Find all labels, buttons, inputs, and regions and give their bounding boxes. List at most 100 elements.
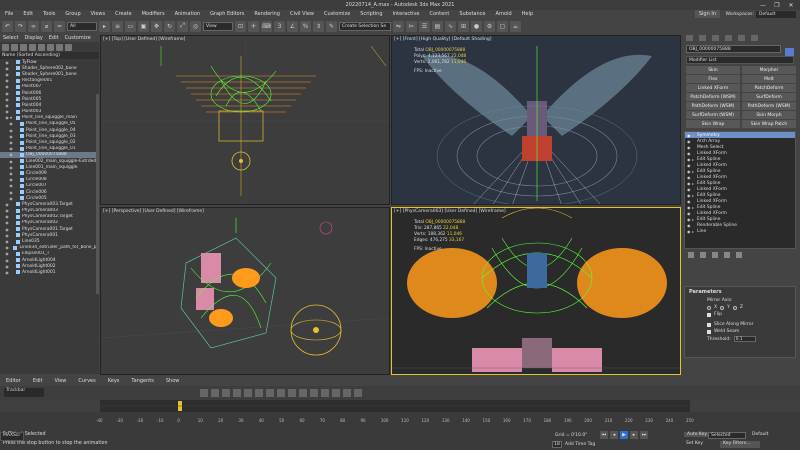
reduce-keys-icon[interactable] xyxy=(277,389,285,397)
menu-views[interactable]: Views xyxy=(86,11,110,17)
modifier-set-button[interactable]: SurfDeform (WSM) xyxy=(686,111,740,119)
menu-animation[interactable]: Animation xyxy=(170,11,206,17)
visibility-eye-icon[interactable]: ◉ xyxy=(8,196,14,201)
reference-coordinate-dropdown[interactable]: View xyxy=(203,21,233,31)
visibility-eye-icon[interactable]: ◉ xyxy=(4,233,10,238)
visibility-eye-icon[interactable]: ◉ xyxy=(4,97,10,102)
slide-keys-icon[interactable] xyxy=(222,389,230,397)
snaps-toggle-icon[interactable]: 3 xyxy=(274,20,285,32)
spline-tangent-icon[interactable] xyxy=(299,389,307,397)
rectangular-selection-icon[interactable]: ▭ xyxy=(125,20,136,32)
link-icon[interactable]: ∞ xyxy=(28,20,39,32)
step-tangent-icon[interactable] xyxy=(332,389,340,397)
menu-group[interactable]: Group xyxy=(60,11,85,17)
visibility-eye-icon[interactable]: ◉ xyxy=(4,220,10,225)
visibility-eye-icon[interactable]: ◉ xyxy=(4,239,10,244)
scene-explorer-column-header[interactable]: Name (Sorted Ascending) xyxy=(0,52,99,59)
modifier-set-button[interactable]: Melt xyxy=(742,75,796,83)
unlink-icon[interactable]: ⌀ xyxy=(41,20,52,32)
modifier-set-button[interactable]: Skin Morph xyxy=(742,111,796,119)
scene-tab-select[interactable]: Select xyxy=(0,35,21,41)
viewport-camera-label[interactable]: [+] [PhysCamera003] [User Defined] [Wire… xyxy=(394,209,506,214)
scale-values-icon[interactable] xyxy=(244,389,252,397)
visibility-eye-icon[interactable]: ◉ xyxy=(4,84,10,89)
modifier-set-button[interactable]: PathDeform (WSM) xyxy=(742,102,796,110)
percent-snap-icon[interactable]: % xyxy=(300,20,311,32)
auto-key-button[interactable]: Auto Key xyxy=(684,432,711,437)
modifier-toggle-eye-icon[interactable]: ◉ xyxy=(687,223,692,228)
sign-in-button[interactable]: Sign In xyxy=(694,10,720,18)
curve-menu-edit[interactable]: Edit xyxy=(27,378,49,384)
display-bones-icon[interactable] xyxy=(65,43,72,51)
align-icon[interactable]: ⊨ xyxy=(406,20,417,32)
visibility-eye-icon[interactable]: ◉ xyxy=(8,190,14,195)
modifier-toggle-eye-icon[interactable]: ◉ xyxy=(687,145,692,150)
go-to-start-icon[interactable]: ⏮ xyxy=(600,431,608,439)
menu-arnold[interactable]: Arnold xyxy=(490,11,516,17)
menu-file[interactable]: File xyxy=(0,11,18,17)
key-mode-dropdown[interactable]: Selected xyxy=(708,432,746,439)
modifier-toggle-eye-icon[interactable]: ◉ xyxy=(687,187,692,192)
display-cameras-icon[interactable] xyxy=(29,43,36,51)
modifier-toggle-eye-icon[interactable]: ◉ xyxy=(687,139,692,144)
visibility-eye-icon[interactable]: ◉ xyxy=(4,214,10,219)
visibility-eye-icon[interactable]: ◉ xyxy=(4,60,10,65)
set-key-button[interactable]: Set Key xyxy=(686,441,703,446)
modifier-set-button[interactable]: PatchDeform xyxy=(742,84,796,92)
modifier-stack-item[interactable]: ◉ ▸ Line xyxy=(685,228,795,234)
select-object-icon[interactable]: ▸ xyxy=(99,20,110,32)
slice-along-mirror-checkbox[interactable] xyxy=(707,322,711,327)
viewport-front[interactable]: [+] [Front] [High Quality] [Default Shad… xyxy=(391,35,681,205)
display-shapes-icon[interactable] xyxy=(11,43,18,51)
trackbar-dropdown[interactable]: Trackbar xyxy=(4,388,44,397)
key-filters-button[interactable]: Key Filters... xyxy=(720,441,760,448)
visibility-eye-icon[interactable]: ◉ xyxy=(8,159,14,164)
motion-tab-icon[interactable] xyxy=(725,35,732,41)
angle-snap-icon[interactable]: ∠ xyxy=(287,20,298,32)
visibility-eye-icon[interactable]: ◉ xyxy=(4,202,10,207)
window-crossing-icon[interactable]: ▣ xyxy=(138,20,149,32)
curve-menu-editor[interactable]: Editor xyxy=(0,378,27,384)
viewport-top-label[interactable]: [+] [Top] [User Defined] [Wireframe] xyxy=(103,37,185,42)
configure-modifier-sets-icon[interactable] xyxy=(736,252,742,258)
show-end-result-icon[interactable] xyxy=(700,252,706,258)
visibility-eye-icon[interactable]: ◉ xyxy=(8,140,14,145)
curve-menu-curves[interactable]: Curves xyxy=(72,378,101,384)
modifier-set-button[interactable]: Skin Wrap xyxy=(686,120,740,128)
object-name-field[interactable]: OBJ_00000075888 xyxy=(686,45,781,53)
visibility-eye-icon[interactable]: ◉ xyxy=(8,171,14,176)
manipulate-icon[interactable]: ✛ xyxy=(248,20,259,32)
modifier-toggle-eye-icon[interactable]: ◉ xyxy=(687,175,692,180)
render-setup-icon[interactable]: ⚙ xyxy=(484,20,495,32)
minimize-icon[interactable]: — xyxy=(756,0,770,10)
edit-named-selection-icon[interactable]: ✎ xyxy=(326,20,337,32)
remove-modifier-icon[interactable] xyxy=(724,252,730,258)
visibility-eye-icon[interactable]: ◉ xyxy=(4,72,10,77)
schematic-view-icon[interactable]: ⊞ xyxy=(458,20,469,32)
scene-explorer-scrollbar[interactable] xyxy=(96,94,99,294)
menu-substance[interactable]: Substance xyxy=(454,11,490,17)
workspace-dropdown[interactable]: Default xyxy=(756,10,796,18)
menu-content[interactable]: Content xyxy=(424,11,454,17)
modifier-set-button[interactable]: Flex xyxy=(686,75,740,83)
object-color-swatch[interactable] xyxy=(785,48,794,56)
redo-icon[interactable]: ↷ xyxy=(15,20,26,32)
parameters-title[interactable]: Parameters xyxy=(685,287,795,297)
visibility-eye-icon[interactable]: ◉ xyxy=(4,66,10,71)
move-keys-icon[interactable] xyxy=(211,389,219,397)
slow-tangent-icon[interactable] xyxy=(321,389,329,397)
rotate-icon[interactable]: ↻ xyxy=(164,20,175,32)
modifier-toggle-eye-icon[interactable]: ◉ xyxy=(687,199,692,204)
axis-z-radio[interactable] xyxy=(732,305,737,310)
move-icon[interactable]: ✥ xyxy=(151,20,162,32)
visibility-eye-icon[interactable]: ◉ xyxy=(4,91,10,96)
play-icon[interactable]: ▶ xyxy=(620,431,628,439)
fast-tangent-icon[interactable] xyxy=(310,389,318,397)
add-time-tag[interactable]: Add Time Tag xyxy=(565,442,595,447)
flip-checkbox[interactable] xyxy=(707,312,711,317)
smooth-tangent-icon[interactable] xyxy=(354,389,362,397)
visibility-eye-icon[interactable]: ◉ xyxy=(8,134,14,139)
scene-list-item[interactable]: ◉ ArnoldLight001 xyxy=(0,269,99,275)
modifier-toggle-eye-icon[interactable]: ◉ xyxy=(687,151,692,156)
display-groups-icon[interactable] xyxy=(56,43,63,51)
